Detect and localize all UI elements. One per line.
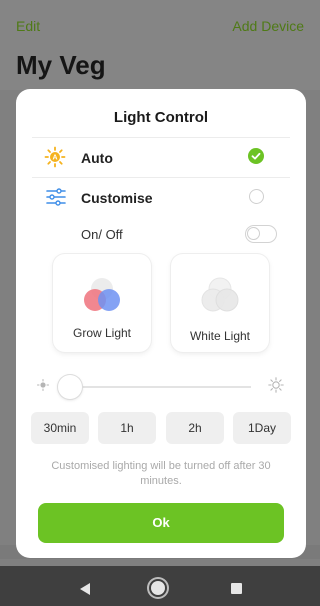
on-off-toggle[interactable]: [245, 225, 277, 243]
duration-30min-button[interactable]: 30min: [31, 412, 89, 444]
checkmark-icon: [251, 152, 261, 160]
auto-label: Auto: [81, 150, 113, 166]
auto-radio-checked[interactable]: [248, 148, 264, 164]
sliders-icon: [46, 188, 66, 206]
add-device-link: Add Device: [232, 18, 304, 34]
brightness-slider-thumb[interactable]: [58, 375, 82, 399]
white-light-card[interactable]: White Light: [171, 254, 269, 352]
dialog-title: Light Control: [113, 109, 209, 126]
grow-light-icon: [84, 278, 120, 311]
divider: [32, 137, 290, 138]
light-control-dialog: Light Control A Auto Customise On/ Off G…: [16, 89, 306, 558]
ok-button[interactable]: Ok: [38, 503, 284, 543]
on-off-label: On/ Off: [81, 227, 123, 242]
edit-link: Edit: [16, 18, 41, 34]
duration-1day-button[interactable]: 1Day: [233, 412, 291, 444]
white-light-label: White Light: [189, 329, 251, 343]
duration-1h-button[interactable]: 1h: [98, 412, 156, 444]
background-title: My Veg: [16, 50, 106, 80]
duration-2h-button[interactable]: 2h: [166, 412, 224, 444]
white-light-icon: [201, 277, 239, 312]
grow-light-label: Grow Light: [72, 326, 132, 340]
back-icon[interactable]: [80, 583, 90, 595]
sun-icon: A: [44, 146, 66, 168]
svg-text:A: A: [52, 155, 57, 162]
brightness-high-icon: [268, 377, 284, 393]
customise-label: Customise: [81, 190, 153, 206]
customise-radio[interactable]: [249, 189, 264, 204]
brightness-slider-track[interactable]: [75, 386, 251, 388]
brightness-low-icon: [37, 379, 49, 391]
info-note: Customised lighting will be turned off a…: [51, 460, 271, 487]
toggle-knob: [247, 227, 260, 240]
divider: [32, 177, 290, 178]
home-icon[interactable]: [151, 581, 165, 595]
recent-apps-icon[interactable]: [231, 583, 242, 594]
grow-light-card[interactable]: Grow Light: [53, 254, 151, 352]
